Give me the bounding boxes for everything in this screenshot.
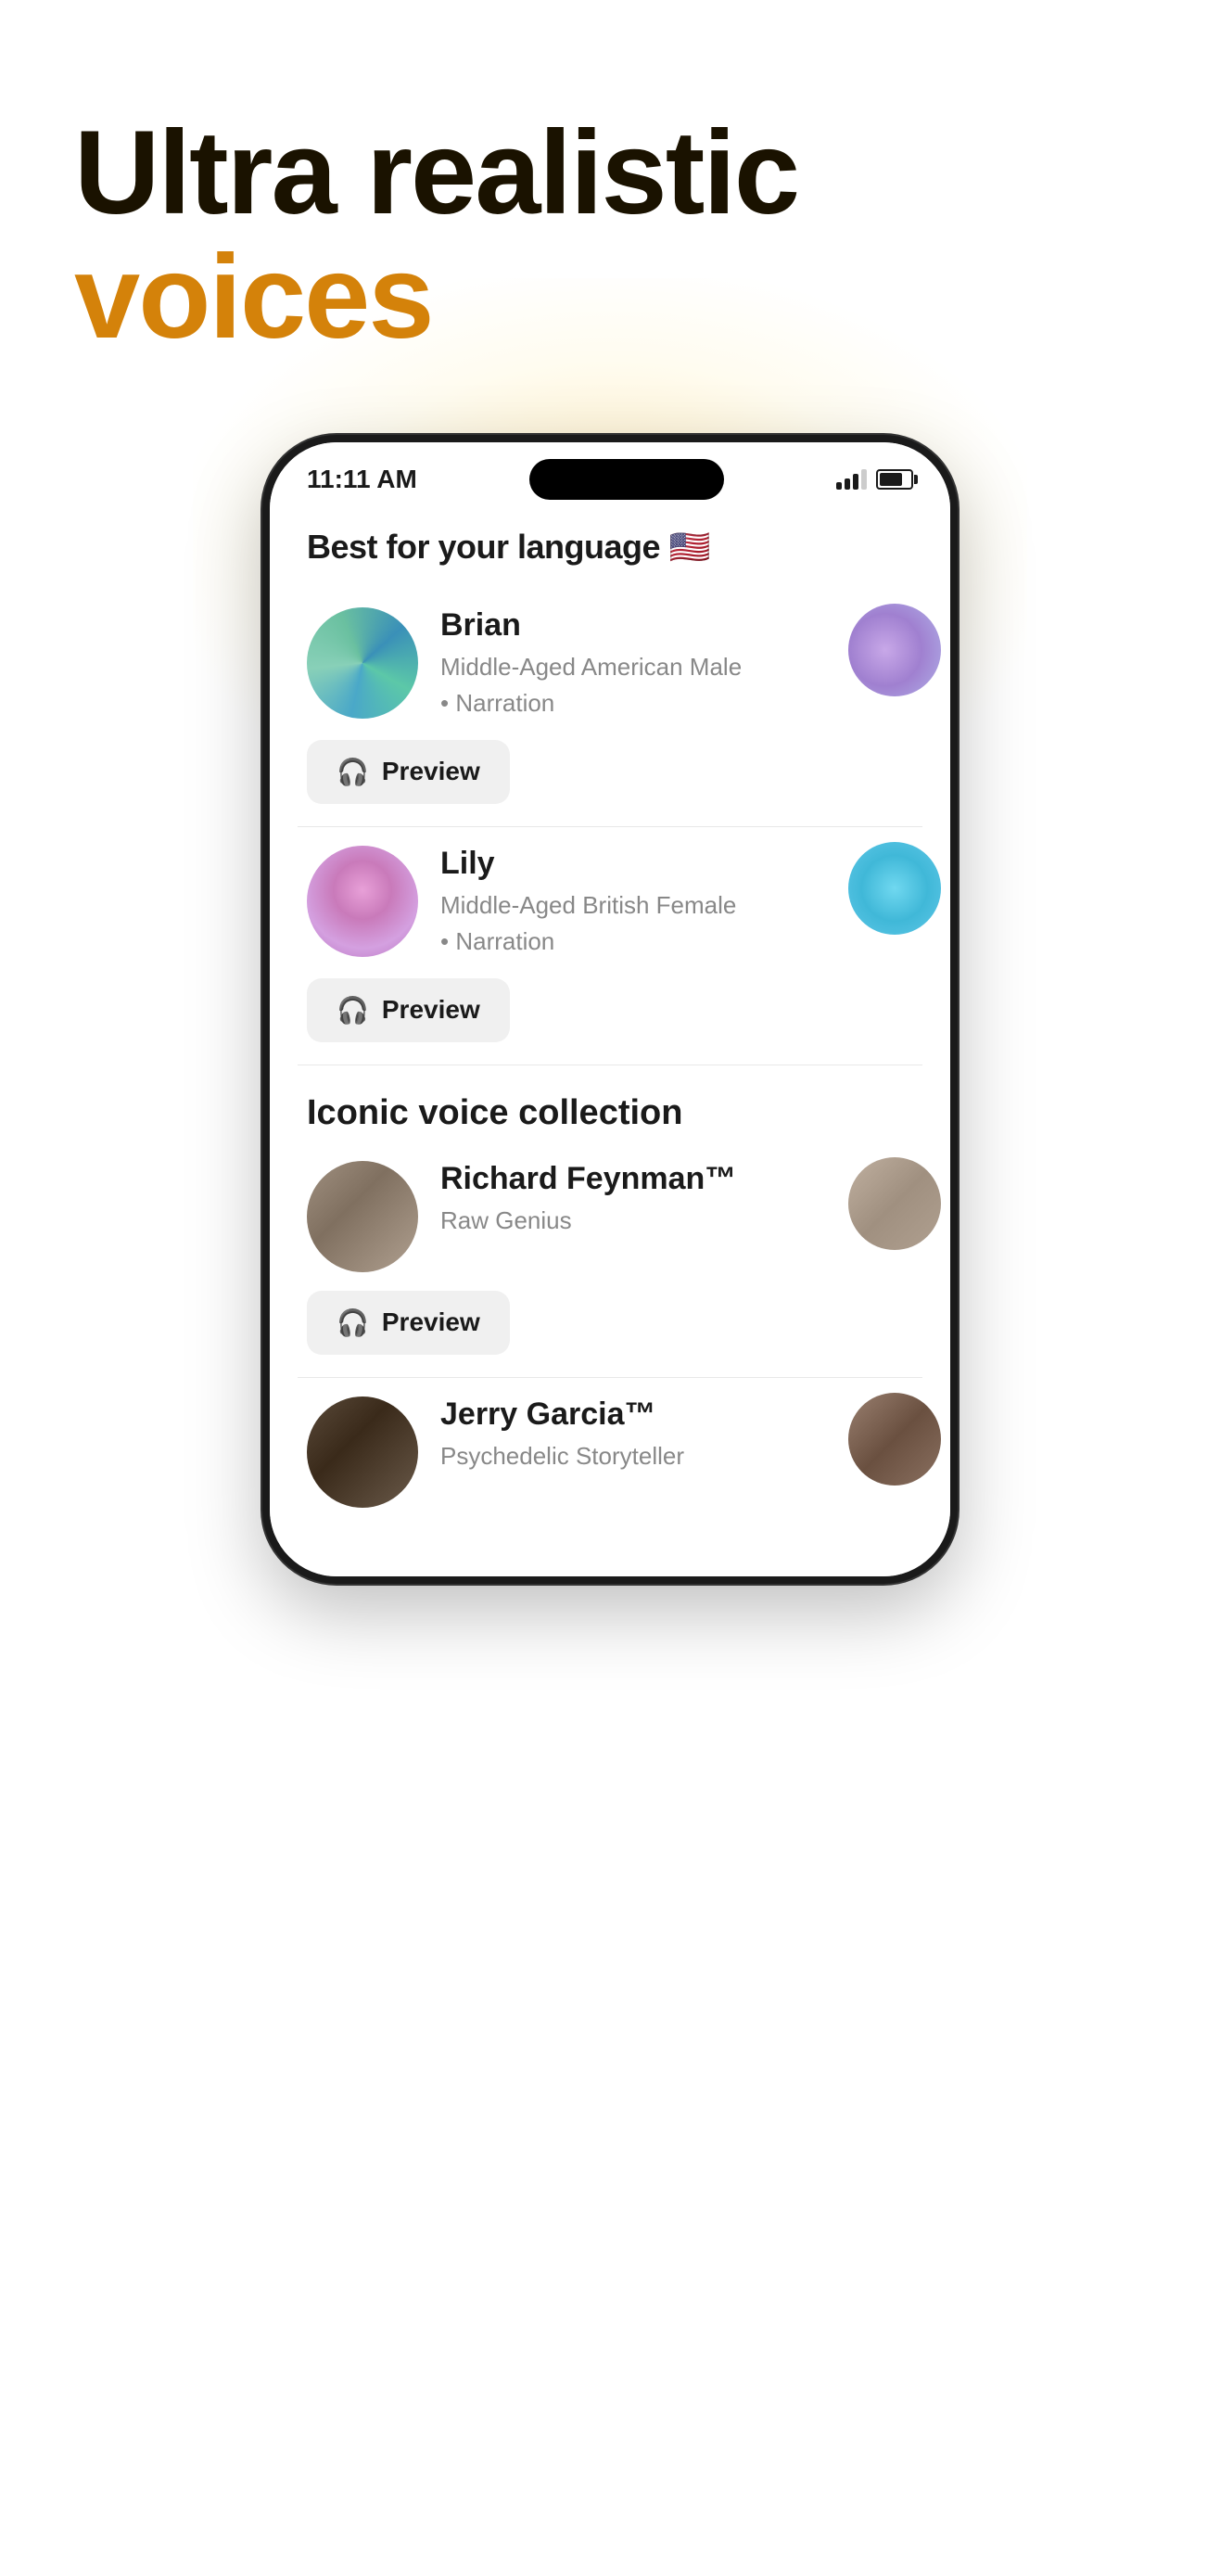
voice-desc-lily: Middle-Aged British Female • Narration (440, 887, 913, 960)
avatar-garcia (307, 1396, 418, 1508)
preview-label-brian: Preview (382, 757, 480, 786)
phone-frame: 11:11 AM Best for your language 🇺🇸 (262, 435, 958, 1584)
voice-card-lily: Lily Middle-Aged British Female • Narrat… (298, 827, 922, 1065)
dynamic-island (529, 459, 724, 500)
avatar-peek-garcia (848, 1393, 941, 1486)
avatar-peek-feynman (848, 1157, 941, 1250)
voice-info-feynman: Richard Feynman™ Raw Genius (440, 1161, 913, 1239)
voice-desc-garcia: Psychedelic Storyteller (440, 1438, 913, 1474)
voice-info-garcia: Jerry Garcia™ Psychedelic Storyteller (440, 1396, 913, 1474)
hero-section: Ultra realistic voices (0, 0, 1220, 416)
battery-icon (876, 469, 913, 490)
phone-content: Best for your language 🇺🇸 Brian Middle-A… (270, 509, 950, 1576)
avatar-brian (307, 607, 418, 719)
phone-wrapper: 11:11 AM Best for your language 🇺🇸 (0, 435, 1220, 1584)
voice-card-feynman: Richard Feynman™ Raw Genius › 🎧 Preview (298, 1142, 922, 1378)
hero-title-line2: voices (74, 236, 1146, 360)
voice-name-garcia: Jerry Garcia™ (440, 1396, 913, 1433)
headphone-icon-lily: 🎧 (337, 995, 369, 1026)
signal-icon (836, 469, 867, 490)
voice-name-feynman: Richard Feynman™ (440, 1161, 913, 1197)
voice-desc-feynman: Raw Genius (440, 1203, 913, 1239)
status-icons (836, 469, 913, 490)
status-bar: 11:11 AM (270, 442, 950, 509)
avatar-feynman (307, 1161, 418, 1272)
status-time: 11:11 AM (307, 465, 417, 494)
voice-info-lily: Lily Middle-Aged British Female • Narrat… (440, 846, 913, 960)
voice-info-brian: Brian Middle-Aged American Male • Narrat… (440, 607, 913, 721)
voice-card-brian: Brian Middle-Aged American Male • Narrat… (298, 589, 922, 827)
avatar-peek-brian (848, 604, 941, 696)
preview-button-brian[interactable]: 🎧 Preview (307, 740, 510, 804)
preview-label-feynman: Preview (382, 1307, 480, 1337)
voice-name-brian: Brian (440, 607, 913, 644)
voice-name-lily: Lily (440, 846, 913, 882)
iconic-title: Iconic voice collection (298, 1075, 922, 1142)
avatar-peek-lily (848, 842, 941, 935)
avatar-lily (307, 846, 418, 957)
hero-title-line1: Ultra realistic (74, 111, 1146, 236)
headphone-icon-brian: 🎧 (337, 757, 369, 787)
preview-label-lily: Preview (382, 995, 480, 1025)
preview-button-feynman[interactable]: 🎧 Preview (307, 1291, 510, 1355)
voice-card-garcia: Jerry Garcia™ Psychedelic Storyteller (298, 1378, 922, 1530)
section-heading: Best for your language 🇺🇸 (298, 509, 922, 589)
preview-button-lily[interactable]: 🎧 Preview (307, 978, 510, 1042)
headphone-icon-feynman: 🎧 (337, 1307, 369, 1338)
iconic-section: Iconic voice collection Richard Feynman™… (298, 1065, 922, 1539)
voice-desc-brian: Middle-Aged American Male • Narration (440, 649, 913, 721)
